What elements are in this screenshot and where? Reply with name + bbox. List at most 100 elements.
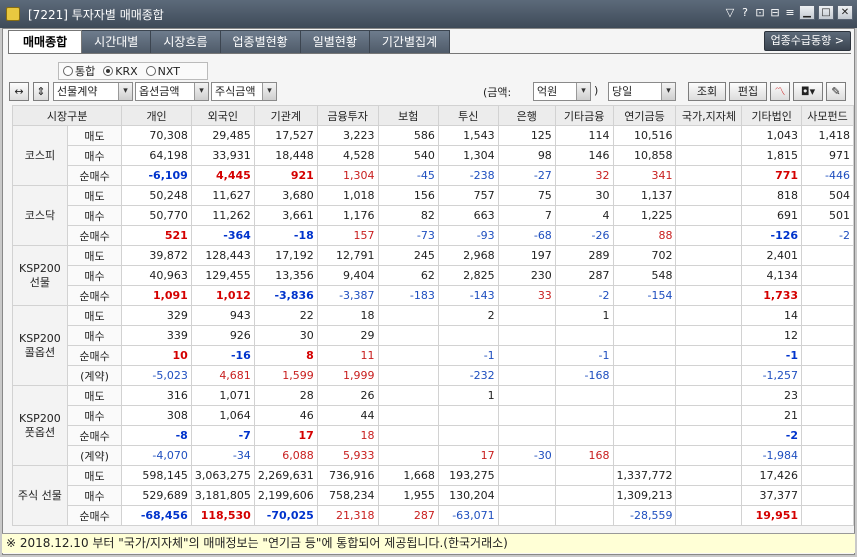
- table-row[interactable]: (계약) -5,023 4,681 1,599 1,999 -232 -168 -1,257: [13, 365, 854, 386]
- table-row[interactable]: 매수 529,689 3,181,805 2,199,606 758,234 1,955 1…: [13, 485, 854, 506]
- cell-value: [612, 445, 677, 466]
- chart-icon[interactable]: 〽: [770, 82, 790, 101]
- updown-arrows-button[interactable]: ⇕: [33, 82, 49, 101]
- cell-value: -70,025: [253, 505, 318, 526]
- cell-value: [675, 145, 743, 166]
- cell-value: 10,858: [612, 145, 677, 166]
- cell-value: -45: [377, 165, 439, 186]
- swap-arrows-button[interactable]: ↔: [9, 82, 29, 101]
- help-icon[interactable]: ?: [739, 6, 751, 19]
- cell-value: 757: [437, 185, 499, 206]
- cell-value: -18: [253, 225, 318, 246]
- tab-summary[interactable]: 매매종합: [8, 30, 83, 54]
- cell-value: 943: [190, 305, 255, 326]
- column-header: 연기금등: [612, 105, 677, 126]
- row-label: (계약): [66, 365, 123, 386]
- cell-value: -168: [554, 365, 614, 386]
- cell-value: 26: [316, 385, 379, 406]
- radio-integrated[interactable]: 통합: [63, 63, 95, 79]
- tab-by-time[interactable]: 시간대별: [82, 30, 152, 54]
- edit-button[interactable]: 편집: [729, 82, 767, 101]
- option-amount-select[interactable]: 옵션금액: [135, 82, 209, 101]
- table-row[interactable]: 순매수 -6,109 4,445 921 1,304 -45 -238 -27 32 341 771…: [13, 165, 854, 186]
- cell-value: [675, 125, 743, 146]
- table-row[interactable]: 순매수 1,091 1,012 -3,836 -3,387 -183 -143 33 -2 -15…: [13, 285, 854, 306]
- cell-value: 7: [497, 205, 556, 226]
- tab-daily[interactable]: 일별현황: [300, 30, 370, 54]
- cell-value: [675, 385, 743, 406]
- cell-value: 12,791: [316, 245, 379, 266]
- cell-value: [801, 505, 854, 526]
- tab-market-flow[interactable]: 시장흐름: [151, 30, 221, 54]
- table-row[interactable]: 순매수 10 -16 8 11 -1 -1 -1: [13, 345, 854, 366]
- cell-value: -63,071: [437, 505, 499, 526]
- cell-value: 1,543: [437, 125, 499, 146]
- cell-value: [612, 405, 677, 426]
- screen-icon[interactable]: ⊟: [769, 6, 781, 19]
- table-row[interactable]: 매수 308 1,064 46 44 21: [13, 405, 854, 426]
- cell-value: [801, 485, 854, 506]
- table-row[interactable]: 코스피 매도 70,308 29,485 17,527 3,223 586 1,543 125 1…: [12, 125, 854, 186]
- table-row[interactable]: 매수 50,770 11,262 3,661 1,176 82 663 7 4 1,225 691 5…: [13, 205, 854, 226]
- cell-value: -16: [190, 345, 255, 366]
- radio-nxt[interactable]: NXT: [145, 65, 180, 78]
- table-row[interactable]: KSP200 선물 매도 39,872 128,443 17,192 12,791 245 2…: [12, 245, 854, 306]
- table-row[interactable]: KSP200 콜옵션 매도 329 943 22 18 2 1 14: [12, 305, 854, 386]
- cell-value: [675, 465, 743, 486]
- maximize-button[interactable]: □: [818, 5, 834, 20]
- cell-value: 18,448: [253, 145, 318, 166]
- cell-value: 37,377: [741, 485, 803, 506]
- wrench-icon[interactable]: ✎: [826, 82, 846, 101]
- cell-value: -68,456: [121, 505, 192, 526]
- table-row[interactable]: 순매수 -8 -7 17 18 -2: [13, 425, 854, 446]
- cell-value: -1: [554, 345, 614, 366]
- menu-icon[interactable]: ≡: [784, 6, 796, 19]
- table-row[interactable]: 코스닥 매도 50,248 11,627 3,680 1,018 156 757 75 30 1,1…: [12, 185, 854, 246]
- cell-value: 289: [554, 245, 614, 266]
- table-row[interactable]: 순매수 521 -364 -18 157 -73 -93 -68 -26 88 -126 -2: [13, 225, 854, 246]
- cell-value: 1,176: [316, 205, 379, 226]
- cell-value: -8: [121, 425, 192, 446]
- radio-circle-icon: [63, 66, 73, 76]
- cell-value: 17: [437, 445, 499, 466]
- cell-value: 10: [121, 345, 192, 366]
- cell-value: 702: [612, 245, 677, 266]
- cell-value: 70,308: [121, 125, 192, 146]
- cell-value: [612, 345, 677, 366]
- table-row[interactable]: 매수 40,963 129,455 13,356 9,404 62 2,825 230 287 5…: [13, 265, 854, 286]
- cell-value: 4,134: [741, 265, 803, 286]
- table-row[interactable]: 순매수 -68,456 118,530 -70,025 21,318 287 -63,071…: [13, 505, 854, 526]
- pin-icon[interactable]: ▽: [724, 6, 736, 19]
- table-row[interactable]: 매수 64,198 33,931 18,448 4,528 540 1,304 98 146 10…: [13, 145, 854, 166]
- cell-value: -2: [554, 285, 614, 306]
- table-row[interactable]: (계약) -4,070 -34 6,088 5,933 17 -30 168 -1,984: [13, 445, 854, 466]
- table-row[interactable]: 매수 339 926 30 29 12: [13, 325, 854, 346]
- link-icon[interactable]: ⊡: [754, 6, 766, 19]
- cell-value: -27: [497, 165, 556, 186]
- tab-period[interactable]: 기간별집계: [369, 30, 451, 54]
- row-label: 매수: [66, 485, 123, 506]
- stock-amount-select[interactable]: 주식금액: [211, 82, 277, 101]
- cell-value: 17,527: [253, 125, 318, 146]
- close-button[interactable]: ✕: [837, 5, 853, 20]
- sector-flow-button[interactable]: 업종수급동향 >: [763, 31, 851, 51]
- radio-krx[interactable]: KRX: [103, 65, 138, 78]
- cell-value: 586: [377, 125, 439, 146]
- camera-icon[interactable]: ◘▾: [793, 82, 823, 101]
- table-row[interactable]: KSP200 풋옵션 매도 316 1,071 28 26 1 23: [12, 385, 854, 466]
- cell-value: 1,668: [377, 465, 439, 486]
- radio-circle-icon: [145, 66, 156, 76]
- cell-value: 1,091: [121, 285, 192, 306]
- period-select[interactable]: 당일: [608, 82, 676, 101]
- cell-value: 771: [741, 165, 803, 186]
- cell-value: [554, 405, 614, 426]
- cell-value: -238: [437, 165, 499, 186]
- tab-by-sector[interactable]: 업종별현황: [220, 30, 301, 54]
- table-row[interactable]: 주식 선물 매도 598,145 3,063,275 2,269,631 736,916 1…: [12, 465, 854, 526]
- minimize-button[interactable]: ▁: [799, 5, 815, 20]
- cell-value: 1,599: [253, 365, 318, 386]
- unit-select[interactable]: 억원: [533, 82, 591, 101]
- product-select[interactable]: 선물계약: [53, 82, 133, 101]
- query-button[interactable]: 조회: [688, 82, 726, 101]
- radio-circle-icon: [103, 66, 114, 76]
